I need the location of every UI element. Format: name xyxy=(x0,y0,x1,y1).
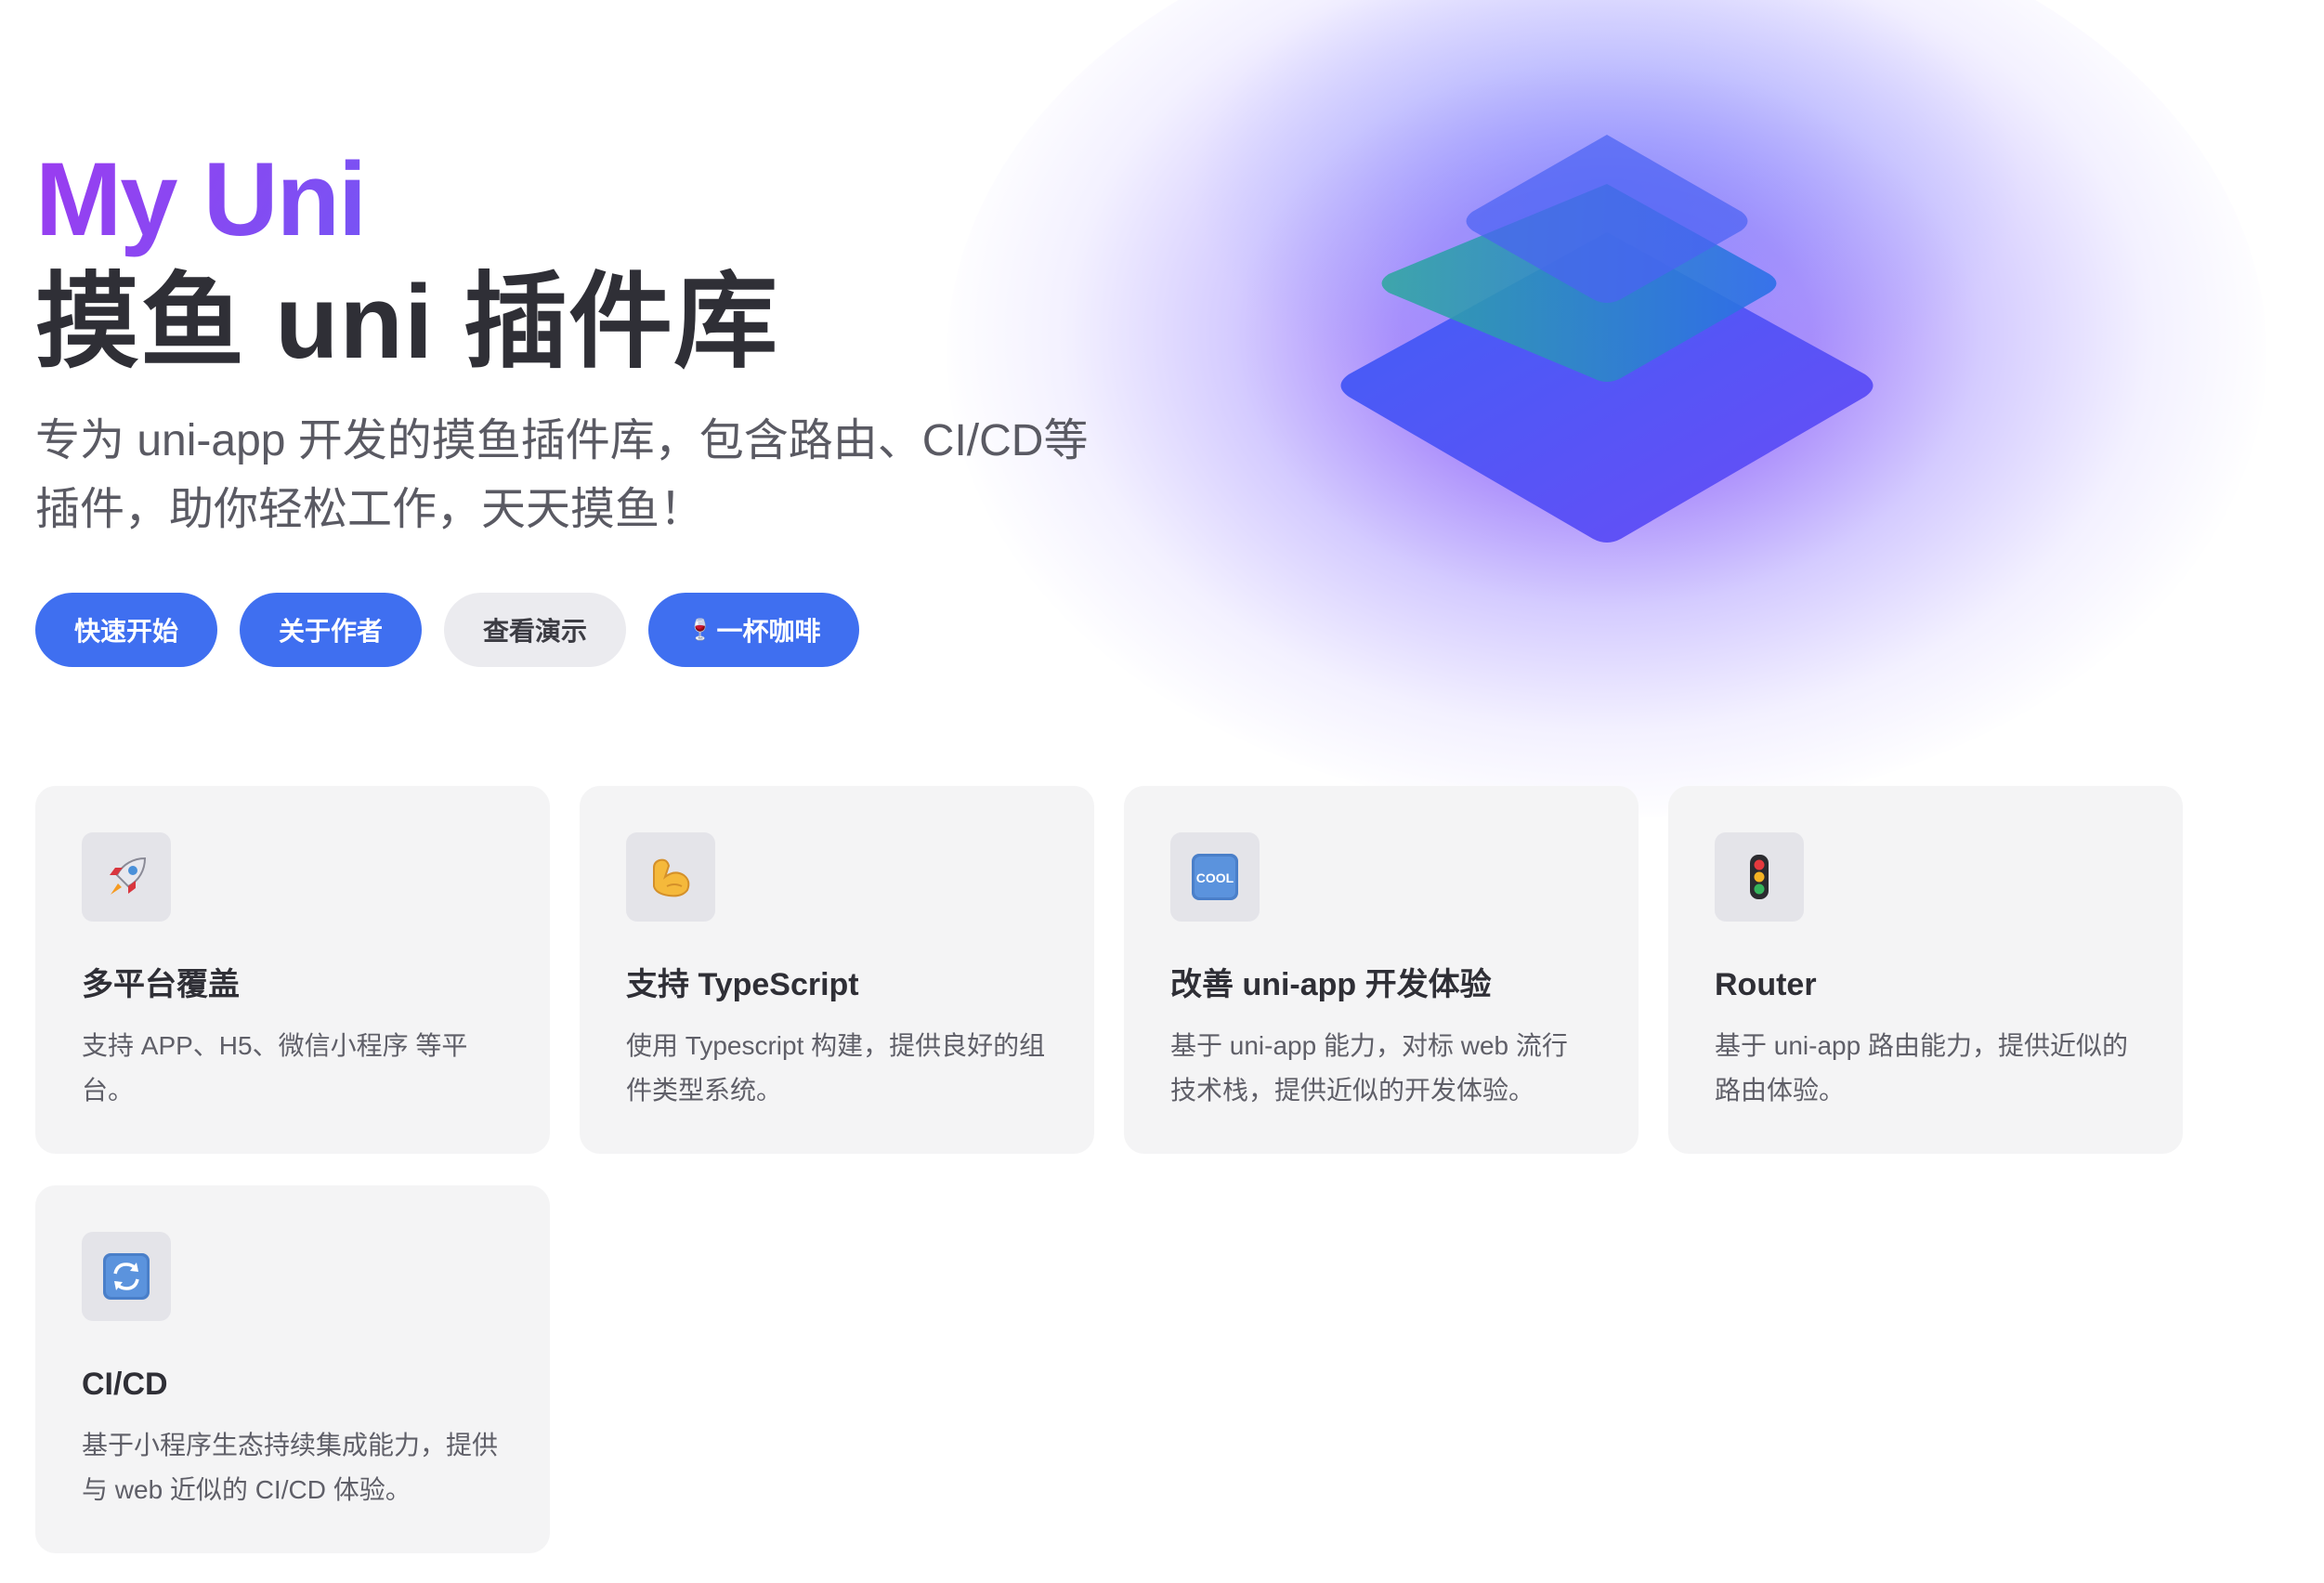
feature-details: 基于 uni-app 能力，对标 web 流行技术栈，提供近似的开发体验。 xyxy=(1170,1031,1568,1105)
traffic-light-icon xyxy=(1715,832,1804,922)
feature-details: 支持 APP、H5、微信小程序 等平台。 xyxy=(82,1031,468,1105)
buy-coffee-label: 一杯咖啡 xyxy=(716,617,821,646)
feature-title: Router xyxy=(1715,967,1817,1002)
quick-start-label: 快速开始 xyxy=(74,617,179,646)
feature-title: 支持 TypeScript xyxy=(626,967,859,1002)
feature-details: 基于 uni-app 路由能力，提供近似的路由体验。 xyxy=(1715,1031,2128,1105)
feature-details: 使用 Typescript 构建，提供良好的组件类型系统。 xyxy=(626,1031,1046,1105)
hero-text: 摸鱼 uni 插件库 xyxy=(35,264,779,380)
quick-start-button[interactable]: 快速开始 xyxy=(35,593,218,667)
rocket-icon xyxy=(82,832,171,922)
layers-logo-icon xyxy=(1340,135,1874,543)
feature-details: 基于小程序生态持续集成能力，提供与 web 近似的 CI/CD 体验。 xyxy=(82,1431,499,1504)
hero-tagline: 专为 uni-app 开发的摸鱼插件库，包含路由、CI/CD等插件，助你轻松工作… xyxy=(35,416,1089,534)
view-demo-label: 查看演示 xyxy=(483,617,588,646)
buy-coffee-button[interactable]: 🍷 一杯咖啡 xyxy=(648,593,860,667)
feature-card-cicd: CI/CD 基于小程序生态持续集成能力，提供与 web 近似的 CI/CD 体验… xyxy=(35,1185,550,1553)
feature-card-dev-experience: COOL 改善 uni-app 开发体验 基于 uni-app 能力，对标 we… xyxy=(1124,786,1639,1154)
feature-card-router: Router 基于 uni-app 路由能力，提供近似的路由体验。 xyxy=(1668,786,2183,1154)
refresh-arrows-icon xyxy=(82,1232,171,1321)
feature-title: 改善 uni-app 开发体验 xyxy=(1170,967,1492,1002)
flexed-biceps-icon xyxy=(626,832,715,922)
svg-text:COOL: COOL xyxy=(1196,870,1234,885)
view-demo-button[interactable]: 查看演示 xyxy=(444,593,627,667)
about-author-label: 关于作者 xyxy=(279,617,384,646)
hero-name: My Uni xyxy=(35,139,1131,260)
feature-title: 多平台覆盖 xyxy=(82,967,240,1002)
feature-card-multi-platform: 多平台覆盖 支持 APP、H5、微信小程序 等平台。 xyxy=(35,786,550,1154)
feature-title: CI/CD xyxy=(82,1367,168,1402)
hero: My Uni 摸鱼 uni 插件库 专为 uni-app 开发的摸鱼插件库，包含… xyxy=(35,139,1131,544)
cool-button-icon: COOL xyxy=(1170,832,1260,922)
wine-glass-icon: 🍷 xyxy=(687,618,713,641)
feature-card-typescript: 支持 TypeScript 使用 Typescript 构建，提供良好的组件类型… xyxy=(580,786,1094,1154)
about-author-button[interactable]: 关于作者 xyxy=(240,593,423,667)
hero-actions: 快速开始 关于作者 查看演示 🍷 一杯咖啡 xyxy=(35,593,860,667)
